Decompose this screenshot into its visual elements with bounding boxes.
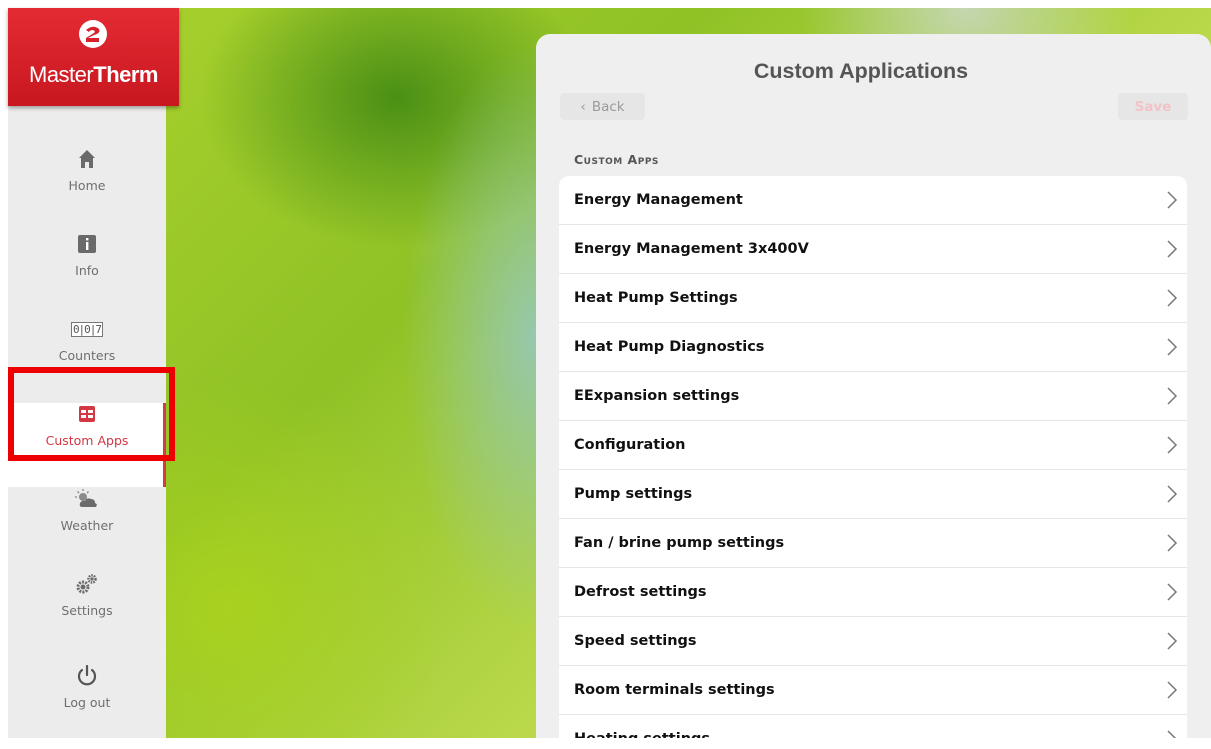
sidebar-item-label: Settings xyxy=(61,603,113,618)
chevron-right-icon xyxy=(1167,436,1178,454)
list-item-label: Energy Management 3x400V xyxy=(574,241,809,257)
list-item[interactable]: Heating settings xyxy=(559,715,1187,738)
sidebar-item-weather[interactable]: Weather xyxy=(8,488,166,572)
brand-name-part2: Therm xyxy=(93,62,158,87)
power-icon xyxy=(8,665,166,687)
chevron-right-icon xyxy=(1167,730,1177,738)
chevron-right-icon xyxy=(1167,387,1178,405)
list-item[interactable]: Configuration xyxy=(559,421,1187,470)
list-item[interactable]: Pump settings xyxy=(559,470,1187,519)
chevron-right-icon xyxy=(1167,338,1178,356)
list-item-label: Energy Management xyxy=(574,192,743,208)
sidebar-item-info[interactable]: Info xyxy=(8,233,166,317)
list-item-label: Defrost settings xyxy=(574,584,707,600)
list-item[interactable]: Room terminals settings xyxy=(559,666,1187,715)
back-button[interactable]: ‹ Back xyxy=(560,93,645,120)
sidebar-item-logout[interactable]: Log out xyxy=(8,665,166,749)
list-item-label: Heat Pump Settings xyxy=(574,290,738,306)
list-item[interactable]: Energy Management 3x400V xyxy=(559,225,1187,274)
logo-mark-icon xyxy=(79,20,107,48)
info-icon xyxy=(8,233,166,255)
brand-name-part1: Master xyxy=(29,62,94,87)
counter-digits: 0|0|7 xyxy=(70,321,104,337)
list-item-label: Fan / brine pump settings xyxy=(574,535,785,551)
list-item[interactable]: Speed settings xyxy=(559,617,1187,666)
list-item-label: Heat Pump Diagnostics xyxy=(574,339,765,355)
sidebar-item-label: Weather xyxy=(60,518,114,533)
list-item[interactable]: Heat Pump Diagnostics xyxy=(559,323,1187,372)
weather-icon xyxy=(8,488,166,510)
list-item[interactable]: Heat Pump Settings xyxy=(559,274,1187,323)
sidebar-item-label: Counters xyxy=(58,348,116,363)
list-item-label: EExpansion settings xyxy=(574,388,740,404)
chevron-right-icon xyxy=(1167,534,1178,552)
chevron-right-icon xyxy=(1167,632,1178,650)
chevron-right-icon xyxy=(1167,681,1178,699)
sidebar-item-label: Info xyxy=(75,263,99,278)
custom-apps-highlight xyxy=(8,367,175,461)
list-item-label: Speed settings xyxy=(574,633,697,649)
list-item-label: Configuration xyxy=(574,437,686,453)
list-item-label: Room terminals settings xyxy=(574,682,775,698)
chevron-right-icon xyxy=(1167,289,1178,307)
chevron-right-icon xyxy=(1167,583,1178,601)
back-button-label: Back xyxy=(591,98,625,115)
save-button[interactable]: Save xyxy=(1118,93,1188,120)
list-item[interactable]: EExpansion settings xyxy=(559,372,1187,421)
home-icon xyxy=(8,148,166,170)
page-title: Custom Applications xyxy=(753,59,969,83)
chevron-right-icon xyxy=(1167,240,1178,258)
list-item-label: Pump settings xyxy=(574,486,693,502)
custom-apps-list: Energy Management Energy Management 3x40… xyxy=(559,176,1187,738)
sidebar-item-label: Home xyxy=(68,178,106,193)
list-item-label: Heating settings xyxy=(574,715,710,738)
sidebar-item-settings[interactable]: Settings xyxy=(8,573,166,657)
sidebar-item-label: Log out xyxy=(63,695,111,710)
chevron-right-icon xyxy=(1167,191,1178,209)
save-button-label: Save xyxy=(1134,98,1172,115)
mastertherm-logo[interactable]: MasterTherm xyxy=(8,8,179,106)
counter-icon: 0|0|7 xyxy=(8,318,166,340)
chevron-right-icon xyxy=(1167,485,1178,503)
sidebar-item-home[interactable]: Home xyxy=(8,148,166,232)
gears-icon xyxy=(8,573,166,595)
list-item[interactable]: Fan / brine pump settings xyxy=(559,519,1187,568)
chevron-left-icon: ‹ xyxy=(580,98,586,115)
section-header: Custom Apps xyxy=(574,152,659,167)
brand-name: MasterTherm xyxy=(8,62,179,88)
custom-applications-panel: Custom Applications ‹ Back Save Custom A… xyxy=(536,34,1211,738)
list-item[interactable]: Defrost settings xyxy=(559,568,1187,617)
list-item[interactable]: Energy Management xyxy=(559,176,1187,225)
